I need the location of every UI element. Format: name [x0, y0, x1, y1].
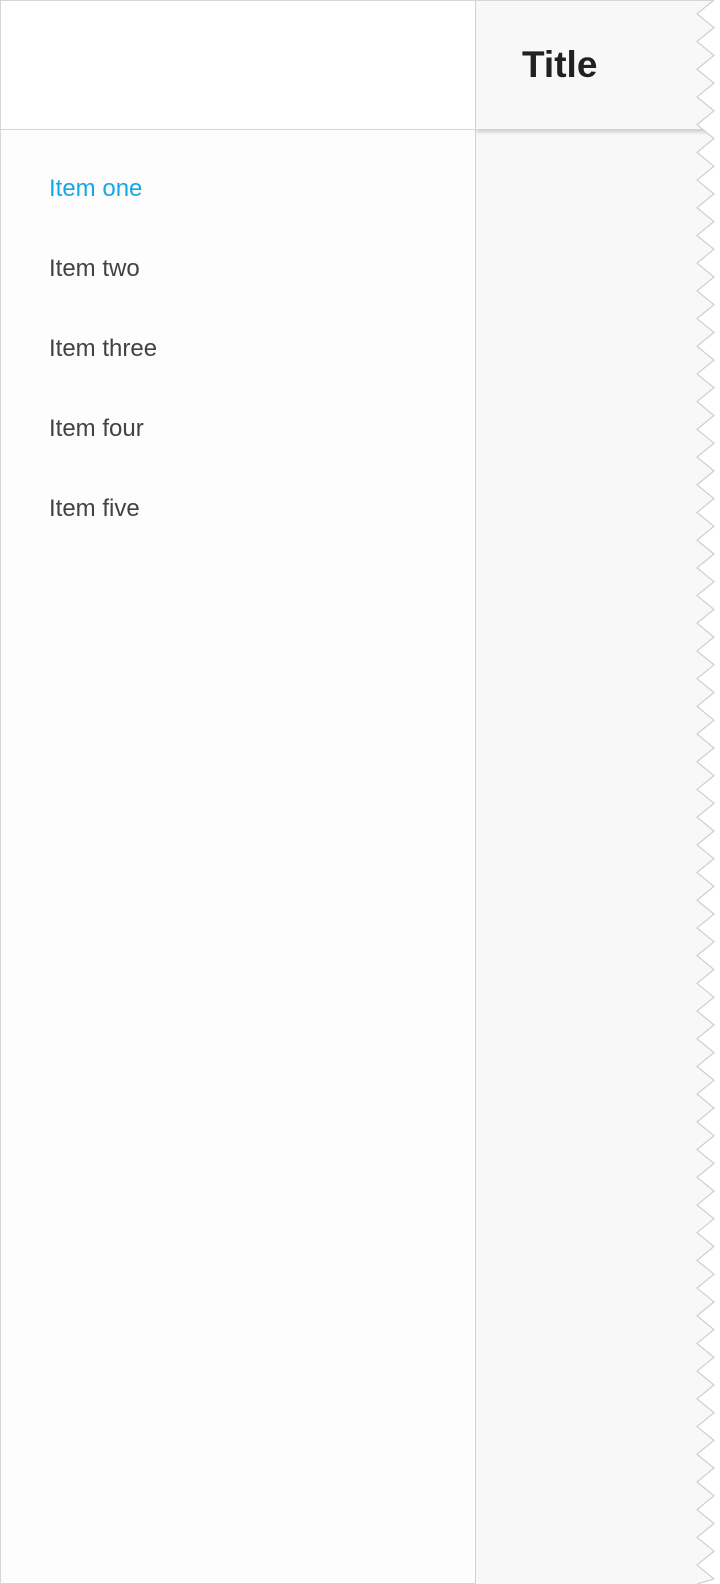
app-frame: Title Item one Item two Item three Item … [0, 0, 720, 1584]
drawer-item-three[interactable]: Item three [1, 309, 475, 389]
navigation-drawer: Item one Item two Item three Item four I… [0, 0, 476, 1584]
drawer-item-five[interactable]: Item five [1, 469, 475, 549]
page-title: Title [522, 44, 598, 85]
drawer-header [1, 1, 475, 130]
drawer-menu: Item one Item two Item three Item four I… [1, 149, 475, 549]
drawer-item-one[interactable]: Item one [1, 149, 475, 229]
drawer-item-four[interactable]: Item four [1, 389, 475, 469]
app-bar: Title [476, 0, 720, 129]
main-content: Title [476, 0, 720, 1584]
drawer-item-two[interactable]: Item two [1, 229, 475, 309]
torn-edge-decoration [696, 0, 720, 1584]
